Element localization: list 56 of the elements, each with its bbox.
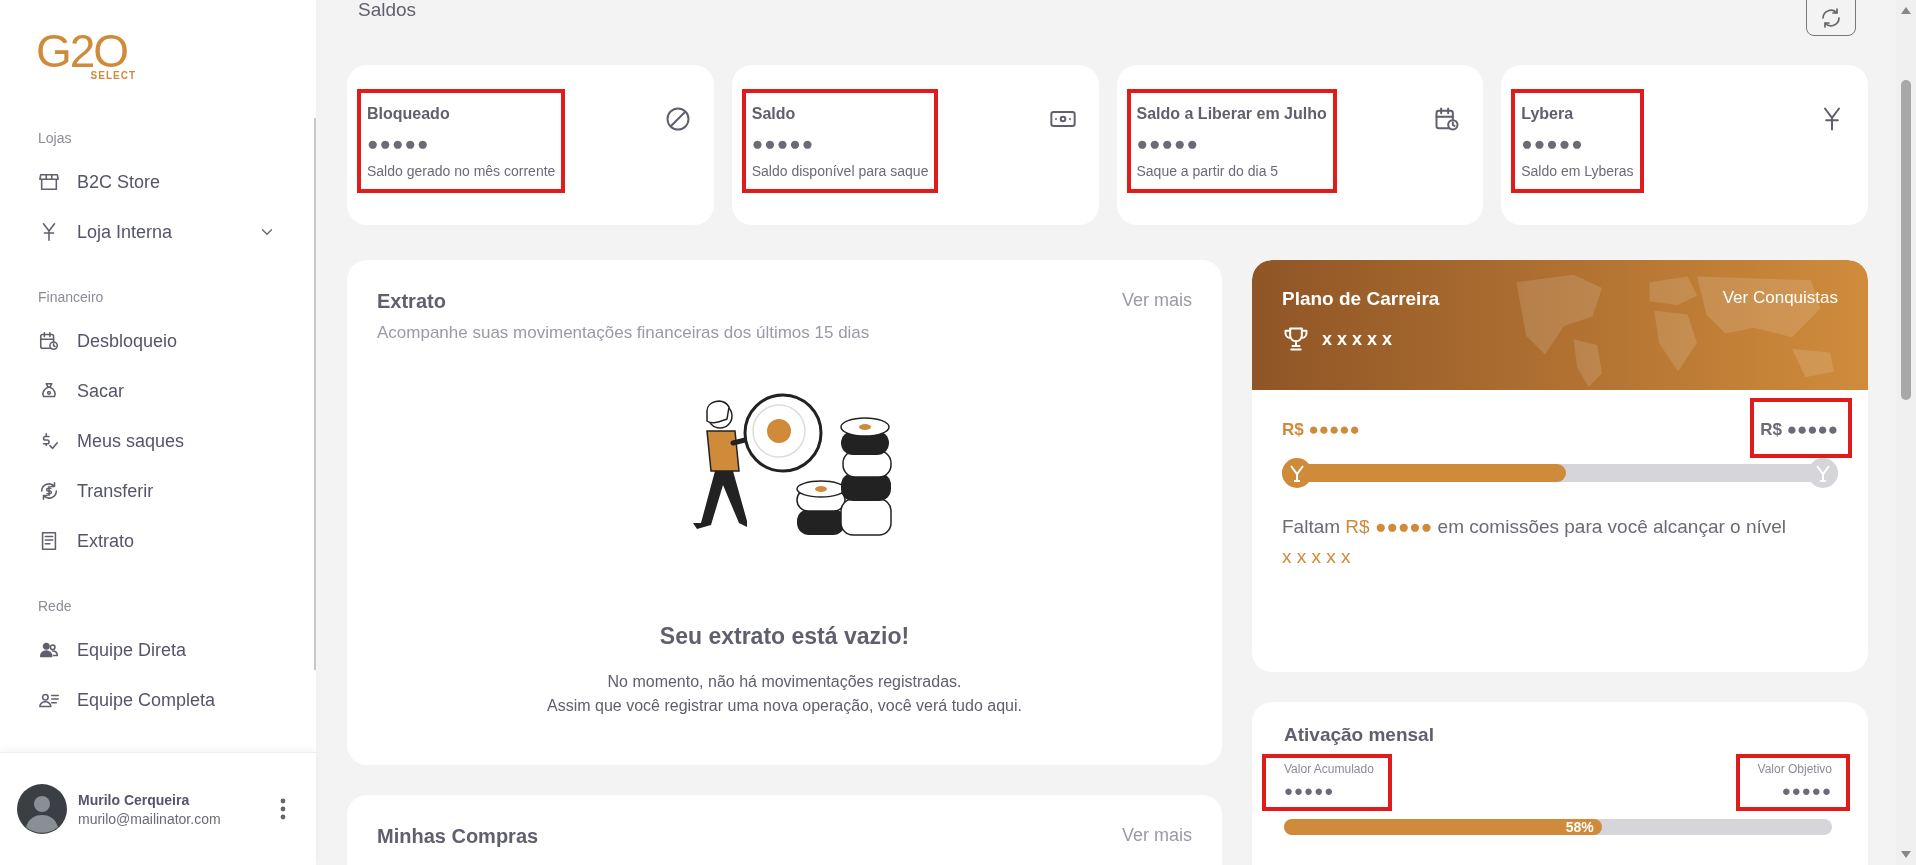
card-caption: Saldo em Lyberas [1521,163,1634,179]
more-icon[interactable] [280,798,286,820]
card-caption: Saque a partir do dia 5 [1136,163,1280,179]
card-title: Saldo a Liberar em Julho [1136,105,1327,123]
sidebar-item[interactable]: Loja Interna [77,221,173,243]
sidebar-item[interactable]: Desbloqueio [77,330,178,352]
hidden-value: ●●●●● [367,133,431,155]
hidden-value: ●●●●● [1284,782,1336,799]
hidden-value: ●●●●● [1780,782,1832,799]
card-caption: Saldo gerado no mês corrente [367,163,556,179]
page-title: Saldos [357,0,417,22]
sidebar-item[interactable]: Transferir [77,480,154,502]
section-title: Financeiro [37,288,105,307]
card-title: Plano de Carreira [1282,288,1440,310]
scrollbar-thumb[interactable] [314,118,316,670]
medal-icon [1282,458,1312,488]
exchange-icon [38,480,60,502]
hidden-value: ●●●●● [1136,133,1200,155]
career-level: x x x x x [1322,328,1393,350]
section-title: Rede [37,597,73,616]
card-title: Ativação mensal [1284,724,1435,746]
refresh-button[interactable] [1806,0,1856,36]
value-label: Valor Objetivo [1757,762,1832,776]
sidebar-item[interactable]: Equipe Completa [77,689,216,711]
section-title: Lojas [37,129,73,148]
empty-state-text: Assim que você registrar uma nova operação, você verá tudo aqui. [547,696,1022,716]
target-amount: R$ ●●●●● [1760,420,1838,439]
card-subtitle: Acompanhe suas movimentações financeiras dos últimos 15 dias [377,323,870,343]
user-email: murilo@mailinator.com [78,810,221,827]
card-title: Saldo [751,105,797,123]
scrollbar-thumb[interactable] [1901,80,1911,400]
empty-state-title: Seu extrato está vazio! [659,623,910,650]
card-title: Extrato [377,290,446,313]
value-label: Valor Acumulado [1284,762,1374,776]
avatar [17,784,67,834]
user-name: Murilo Cerqueira [78,791,191,808]
sidebar-item[interactable]: Sacar [77,380,125,402]
current-amount: R$ ●●●●● [1282,420,1360,440]
sidebar-item[interactable]: B2C Store [77,171,161,193]
empty-state-text: No momento, não há movimentações registradas. [607,672,962,692]
sidebar-item[interactable]: Equipe Direta [77,639,187,661]
hidden-value: ●●●●● [1521,133,1585,155]
hidden-value: ●●●●● [751,133,816,155]
sidebar-item[interactable]: Meus saques [77,430,185,452]
card-title: Minhas Compras [377,825,539,848]
card-title: Lybera [1521,105,1575,123]
progress-percent: 58% [1565,819,1594,835]
store-icon [38,171,60,193]
card-title: Bloqueado [367,105,451,123]
scroll-down-icon[interactable] [1901,851,1911,859]
progress-message: Faltam R$ ●●●●● em comissões para você alcançar o nível x x x x x [1282,515,1788,569]
calendar-clock-icon [38,330,60,352]
card-caption: Saldo disponível para saque [751,163,929,179]
sidebar-item[interactable]: Extrato [77,530,135,552]
scroll-up-icon[interactable] [1901,6,1911,14]
refresh-icon [1819,6,1843,30]
